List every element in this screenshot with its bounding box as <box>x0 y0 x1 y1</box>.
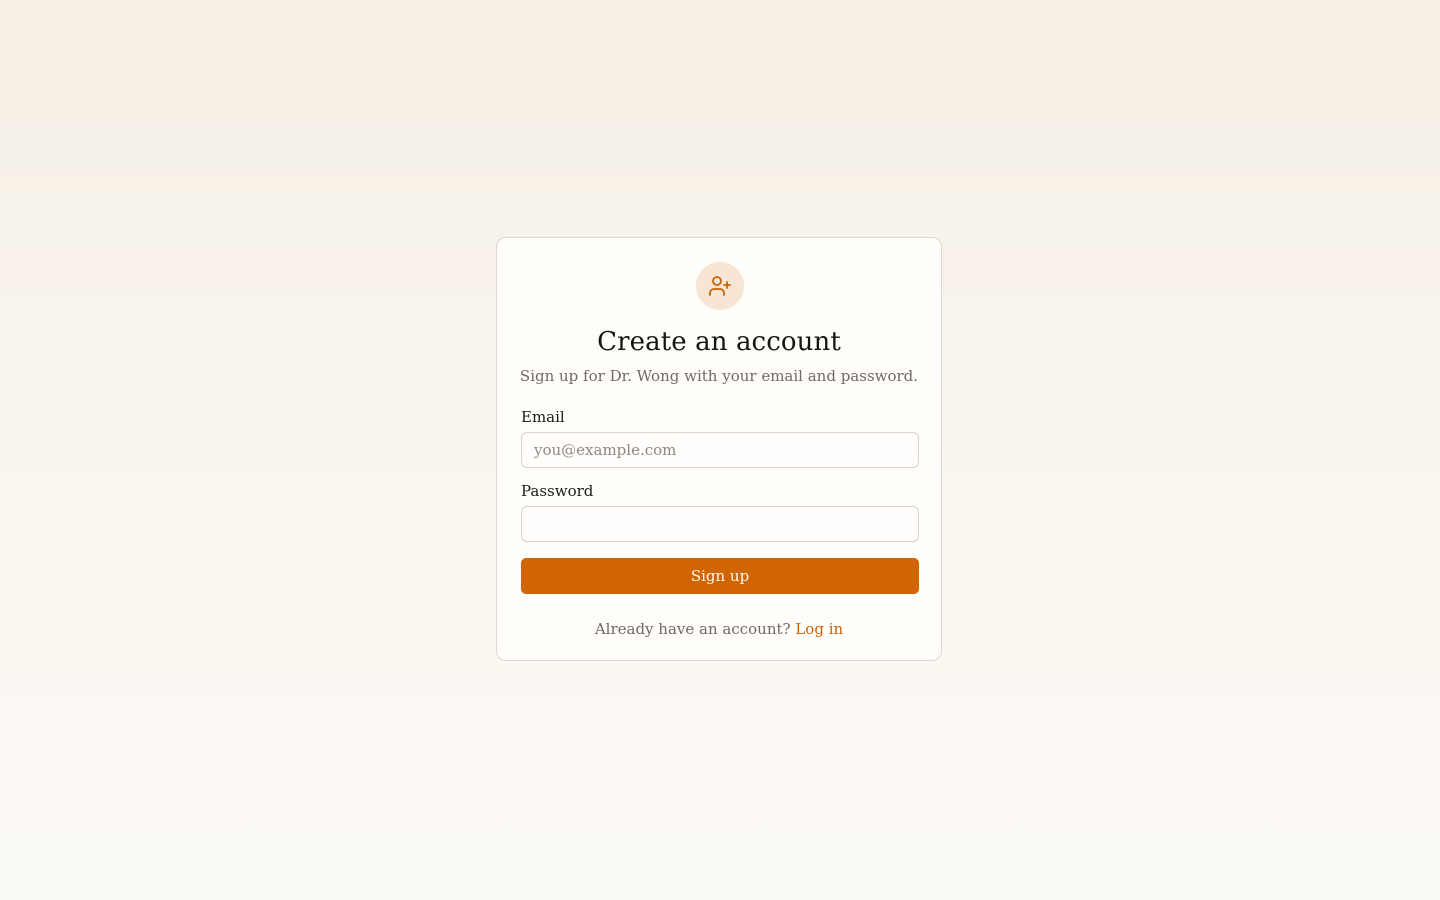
sign-up-button[interactable]: Sign up <box>521 558 919 594</box>
page-subtitle: Sign up for Dr. Wong with your email and… <box>519 367 919 385</box>
login-link[interactable]: Log in <box>795 620 843 638</box>
login-prompt-text: Already have an account? <box>594 620 791 638</box>
password-label: Password <box>521 482 594 500</box>
email-field[interactable] <box>521 432 919 468</box>
email-label: Email <box>521 408 565 426</box>
signup-card: Create an account Sign up for Dr. Wong w… <box>496 237 942 661</box>
user-plus-icon <box>696 262 744 310</box>
login-prompt: Already have an account? Log in <box>497 618 941 640</box>
page-title: Create an account <box>597 327 841 357</box>
password-field[interactable] <box>521 506 919 542</box>
